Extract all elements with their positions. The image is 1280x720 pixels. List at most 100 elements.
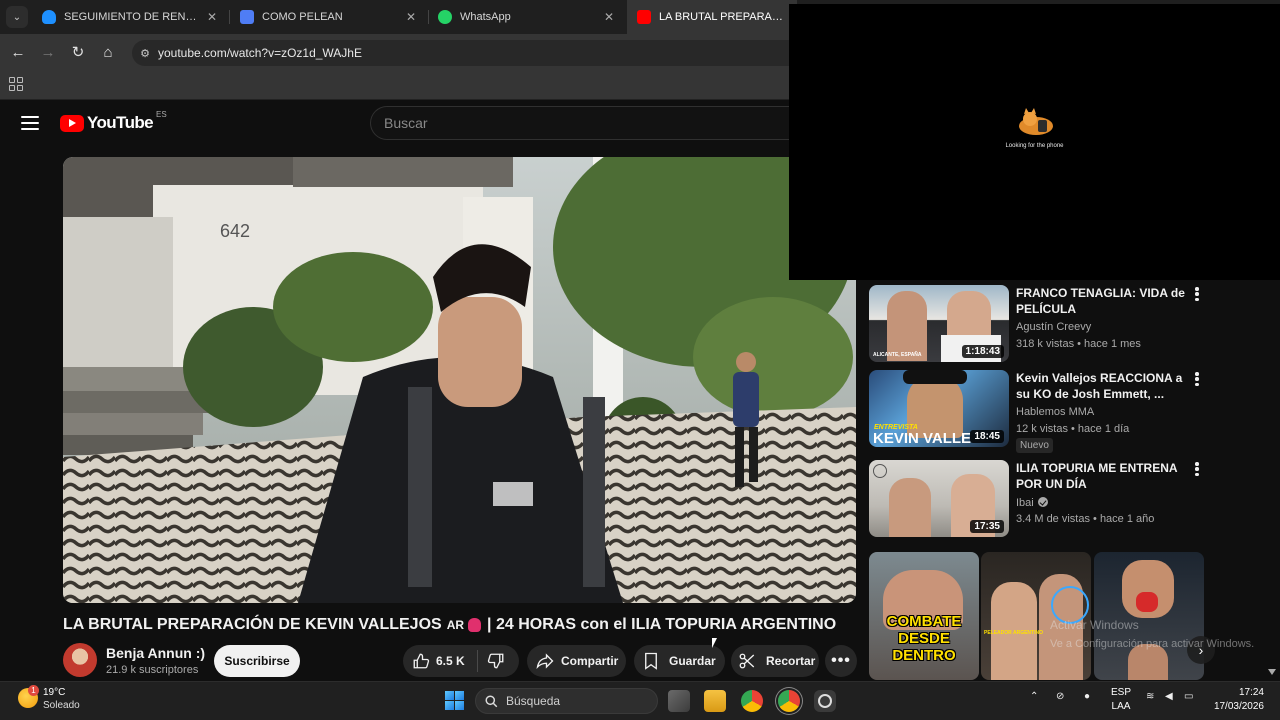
weather-badge: 1 xyxy=(28,685,39,696)
menu-icon[interactable] xyxy=(21,116,39,130)
tab-youtube-video[interactable]: LA BRUTAL PREPARACIÓN DE xyxy=(627,0,797,34)
close-icon[interactable]: ✕ xyxy=(604,10,614,24)
channel-name-text: Ibai xyxy=(1016,497,1034,509)
youtube-icon xyxy=(637,10,651,24)
tab-title: LA BRUTAL PREPARACIÓN DE xyxy=(659,11,787,23)
recommendation-meta: 3.4 M de vistas • hace 1 año xyxy=(1016,513,1155,525)
recommendation-channel[interactable]: Agustín Creevy xyxy=(1016,321,1091,333)
watermark-line-1: Activar Windows xyxy=(1050,618,1139,632)
clip-button[interactable]: Recortar xyxy=(731,645,819,677)
close-icon[interactable]: ✕ xyxy=(207,10,217,24)
save-button[interactable]: Guardar xyxy=(634,645,725,677)
recommendation-title[interactable]: FRANCO TENAGLIA: VIDA de PELÍCULA xyxy=(1016,285,1186,317)
weather-temperature[interactable]: 19°C xyxy=(43,687,65,698)
tray-chevron-up-icon[interactable]: ⌃ xyxy=(1030,691,1038,702)
taskbar-search[interactable] xyxy=(475,688,658,714)
tab-title: WhatsApp xyxy=(460,11,511,23)
share-label: Compartir xyxy=(561,654,619,668)
recommendation-channel[interactable]: Ibai xyxy=(1016,496,1048,509)
video-player[interactable]: 642 xyxy=(63,157,856,603)
back-icon[interactable]: ← xyxy=(8,42,28,62)
video-title: LA BRUTAL PREPARACIÓN DE KEVIN VALLEJOS … xyxy=(63,616,836,634)
video-title-tag: AR xyxy=(446,618,465,632)
recommendation-title[interactable]: Kevin Vallejos REACCIONA a su KO de Josh… xyxy=(1016,370,1186,402)
forward-icon[interactable]: → xyxy=(38,42,58,62)
save-label: Guardar xyxy=(669,654,716,668)
more-vertical-icon[interactable] xyxy=(1195,462,1199,476)
video-thumbnail[interactable]: 17:35 xyxy=(869,460,1009,537)
search-input[interactable] xyxy=(384,115,764,131)
verified-icon xyxy=(1037,497,1048,507)
input-language[interactable]: ESP LAA xyxy=(1110,686,1132,714)
language-primary: ESP xyxy=(1110,687,1131,698)
youtube-play-icon xyxy=(60,114,84,132)
channel-avatar[interactable] xyxy=(63,643,97,677)
recommendation-item[interactable]: ALICANTE, ESPAÑA 1:18:43 FRANCO TENAGLIA… xyxy=(869,285,1209,365)
share-icon xyxy=(536,653,554,669)
recommendation-title[interactable]: ILIA TOPURIA ME ENTRENA POR UN DÍA xyxy=(1016,460,1186,492)
youtube-search[interactable] xyxy=(370,106,790,140)
address-bar[interactable]: ⚙ xyxy=(132,40,812,66)
building-number: 642 xyxy=(220,221,250,241)
volume-icon[interactable]: ◀ xyxy=(1165,691,1173,702)
recommendation-item[interactable]: 17:35 ILIA TOPURIA ME ENTRENA POR UN DÍA… xyxy=(869,460,1209,540)
obs-icon[interactable] xyxy=(814,690,836,712)
microphone-icon[interactable]: ● xyxy=(1084,691,1090,702)
cat-icon xyxy=(1019,108,1053,135)
tab-title: COMO PELEAN xyxy=(262,11,343,23)
home-icon[interactable]: ⌂ xyxy=(98,42,118,62)
system-clock[interactable]: 17:24 17/03/2026 xyxy=(1208,686,1264,714)
windows-activation-watermark: Activar Windows Ve a Configuración para … xyxy=(1050,616,1254,654)
boxing-glove-icon xyxy=(468,618,482,632)
bookmark-icon xyxy=(645,652,657,670)
weather-condition[interactable]: Soleado xyxy=(43,700,80,711)
chrome-icon[interactable] xyxy=(741,690,763,712)
mouse-cursor xyxy=(712,638,717,648)
battery-icon[interactable]: ▭ xyxy=(1184,691,1193,702)
whatsapp-icon xyxy=(438,10,452,24)
task-view-icon[interactable] xyxy=(668,690,690,712)
shelf-thumbnail-caption: PELEADOR ARGENTINO xyxy=(984,630,1043,636)
youtube-logo[interactable]: YouTube ES xyxy=(60,109,167,133)
site-info-icon[interactable]: ⚙ xyxy=(132,47,158,60)
region-code: ES xyxy=(156,109,167,119)
like-count: 6.5 K xyxy=(436,654,465,668)
wifi-icon[interactable]: ≋ xyxy=(1146,691,1154,702)
close-icon[interactable]: ✕ xyxy=(406,10,416,24)
network-off-icon[interactable]: ⊘ xyxy=(1056,691,1064,702)
tab-seguimiento[interactable]: SEGUIMIENTO DE RENDIMIENT ✕ xyxy=(32,0,227,34)
video-thumbnail[interactable]: ENTREVISTA KEVIN VALLE 18:45 xyxy=(869,370,1009,447)
like-button[interactable]: 6.5 K xyxy=(403,652,465,670)
tab-search-button[interactable]: ⌄ xyxy=(6,6,28,28)
more-actions-button[interactable]: ••• xyxy=(825,645,857,677)
share-button[interactable]: Compartir xyxy=(527,645,626,677)
thumbs-up-icon xyxy=(413,653,430,669)
video-thumbnail[interactable]: ALICANTE, ESPAÑA 1:18:43 xyxy=(869,285,1009,362)
clock-date: 17/03/2026 xyxy=(1213,701,1264,712)
url-input[interactable] xyxy=(158,46,758,60)
clock-time: 17:24 xyxy=(1238,687,1264,698)
more-vertical-icon[interactable] xyxy=(1195,372,1199,386)
thumbnail-headline: KEVIN VALLE xyxy=(873,430,972,447)
search-icon xyxy=(485,694,498,707)
dislike-button[interactable] xyxy=(478,652,505,670)
docs-icon xyxy=(240,10,254,24)
screen: ⌄ SEGUIMIENTO DE RENDIMIENT ✕ COMO PELEA… xyxy=(0,0,1280,720)
clip-label: Recortar xyxy=(766,654,816,668)
tab-como-pelean[interactable]: COMO PELEAN ✕ xyxy=(230,0,426,34)
overlay-message: Looking for the phone xyxy=(1005,143,1064,149)
recommendation-channel[interactable]: Hablemos MMA xyxy=(1016,406,1094,418)
video-duration: 18:45 xyxy=(970,430,1004,443)
apps-icon[interactable] xyxy=(9,77,23,91)
start-icon[interactable] xyxy=(445,691,464,710)
file-explorer-icon[interactable] xyxy=(704,690,726,712)
more-vertical-icon[interactable] xyxy=(1195,287,1199,301)
taskbar-search-input[interactable] xyxy=(506,694,646,708)
channel-name[interactable]: Benja Annun :) xyxy=(106,645,205,661)
reload-icon[interactable]: ↻ xyxy=(68,42,88,62)
subscribe-button[interactable]: Suscribirse xyxy=(214,645,300,677)
tab-whatsapp[interactable]: WhatsApp ✕ xyxy=(428,0,624,34)
chrome-profile-icon[interactable] xyxy=(778,690,800,712)
recommendation-item[interactable]: ENTREVISTA KEVIN VALLE 18:45 Kevin Valle… xyxy=(869,370,1209,456)
scroll-down-icon[interactable] xyxy=(1268,669,1276,675)
